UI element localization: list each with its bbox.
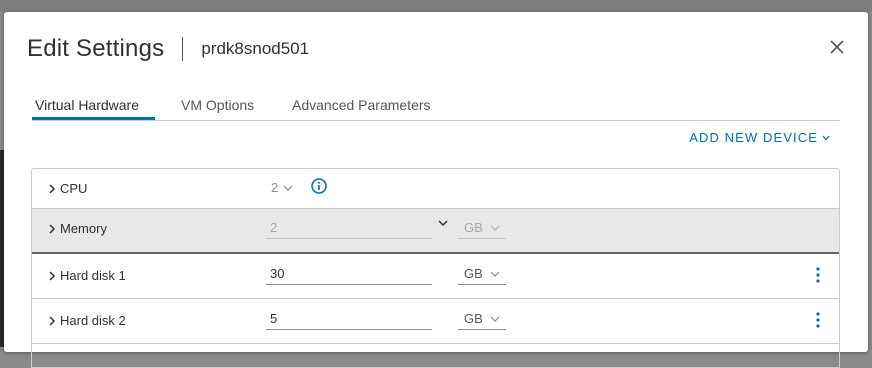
add-new-device-label: ADD NEW DEVICE <box>689 130 818 145</box>
cpu-value: 2 <box>271 180 279 195</box>
add-new-device-button[interactable]: ADD NEW DEVICE <box>689 130 830 145</box>
hard-disk-1-row: Hard disk 1 GB <box>32 254 839 299</box>
title-divider <box>182 37 184 61</box>
chevron-down-icon <box>283 185 293 191</box>
chevron-down-icon <box>490 271 500 277</box>
info-icon[interactable] <box>311 178 327 194</box>
memory-unit-select[interactable]: GB <box>458 217 506 239</box>
dialog-header: Edit Settings prdk8snod501 <box>27 34 309 64</box>
hard-disk-1-size-input[interactable] <box>266 263 432 285</box>
hard-disk-2-unit-select[interactable]: GB <box>458 308 506 330</box>
hard-disk-1-label: Hard disk 1 <box>60 268 126 283</box>
tab-label: VM Options <box>181 97 255 113</box>
tab-label: Virtual Hardware <box>35 97 140 113</box>
memory-input[interactable] <box>266 217 432 239</box>
close-icon <box>830 40 844 54</box>
kebab-menu-icon[interactable] <box>813 311 823 329</box>
hard-disk-2-unit-value: GB <box>464 311 483 326</box>
chevron-down-icon <box>490 316 500 322</box>
kebab-menu-icon[interactable] <box>813 266 823 284</box>
tab-vm-options[interactable]: VM Options <box>178 95 257 120</box>
cpu-label: CPU <box>60 181 88 196</box>
edit-settings-dialog: Edit Settings prdk8snod501 Virtual Hardw… <box>4 12 868 368</box>
tab-virtual-hardware[interactable]: Virtual Hardware <box>32 95 155 120</box>
dialog-title: Edit Settings <box>27 35 165 62</box>
backdrop <box>0 0 872 12</box>
tab-label: Advanced Parameters <box>292 97 431 113</box>
chevron-down-icon[interactable] <box>437 217 449 229</box>
hardware-grid: CPU 2 Memory GB <box>31 168 840 368</box>
chevron-right-icon[interactable] <box>46 183 58 195</box>
chevron-right-icon[interactable] <box>46 315 58 327</box>
tab-advanced-parameters[interactable]: Advanced Parameters <box>289 95 434 120</box>
cpu-select[interactable]: 2 <box>271 180 293 195</box>
chevron-right-icon[interactable] <box>46 270 58 282</box>
tab-bar: Virtual Hardware VM Options Advanced Par… <box>32 95 840 121</box>
chevron-down-icon <box>490 225 500 231</box>
chevron-down-icon <box>822 135 830 140</box>
vm-name: prdk8snod501 <box>201 39 310 58</box>
memory-unit-value: GB <box>464 220 483 235</box>
hard-disk-1-unit-value: GB <box>464 266 483 281</box>
hard-disk-2-row: Hard disk 2 GB <box>32 299 839 344</box>
hard-disk-2-size-input[interactable] <box>266 308 432 330</box>
memory-row: Memory GB <box>32 209 839 254</box>
chevron-right-icon[interactable] <box>46 223 58 235</box>
memory-label: Memory <box>60 221 107 236</box>
hard-disk-1-unit-select[interactable]: GB <box>458 263 506 285</box>
cpu-row: CPU 2 <box>32 169 839 209</box>
close-button[interactable] <box>828 38 846 56</box>
hard-disk-2-label: Hard disk 2 <box>60 313 126 328</box>
